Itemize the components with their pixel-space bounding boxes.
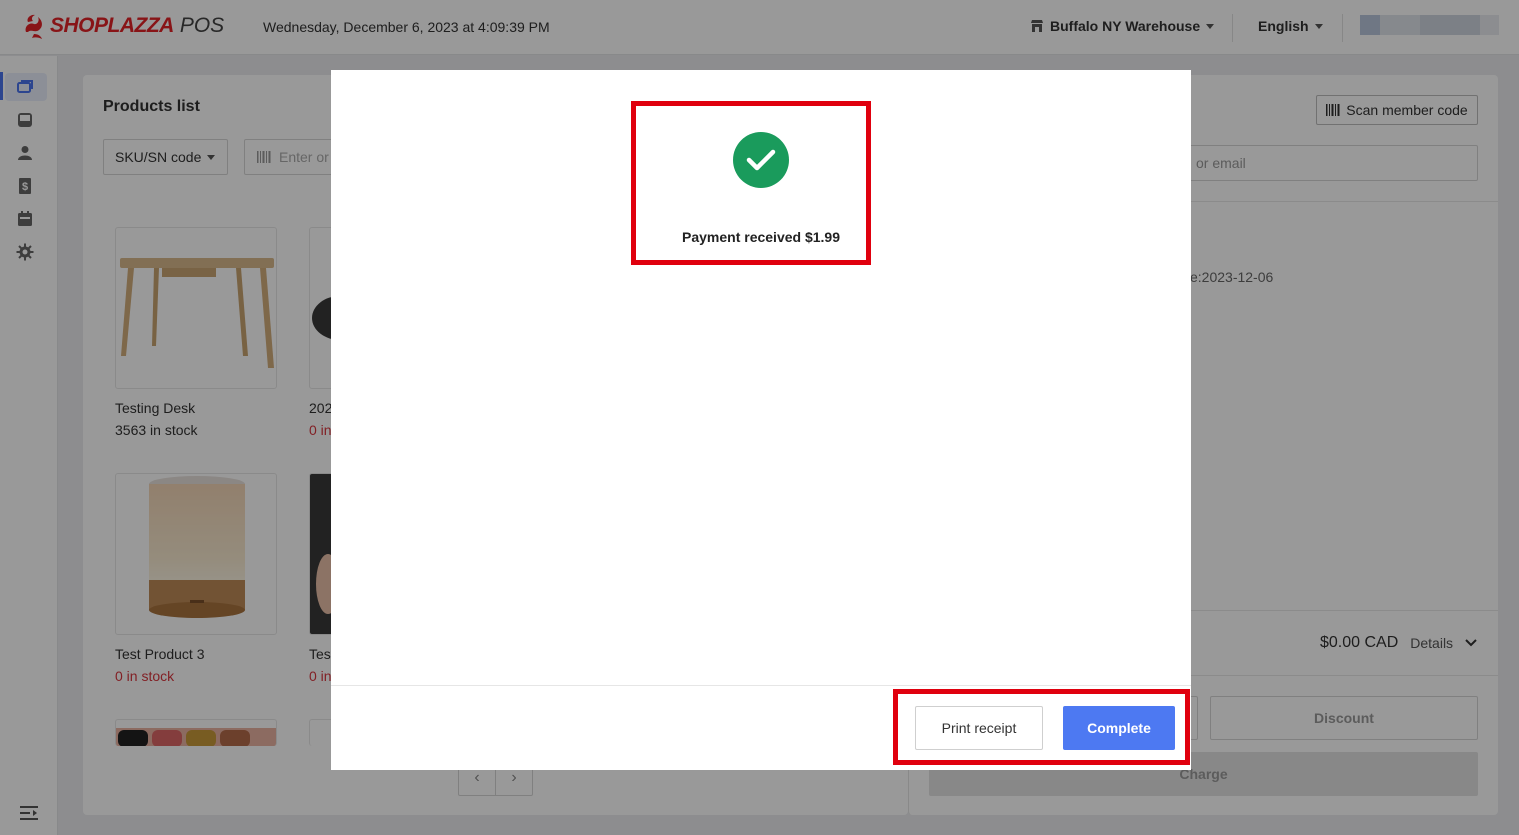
annotation-box-payment — [631, 101, 871, 265]
modal-footer-divider — [331, 685, 1191, 686]
annotation-box-buttons — [893, 689, 1190, 765]
